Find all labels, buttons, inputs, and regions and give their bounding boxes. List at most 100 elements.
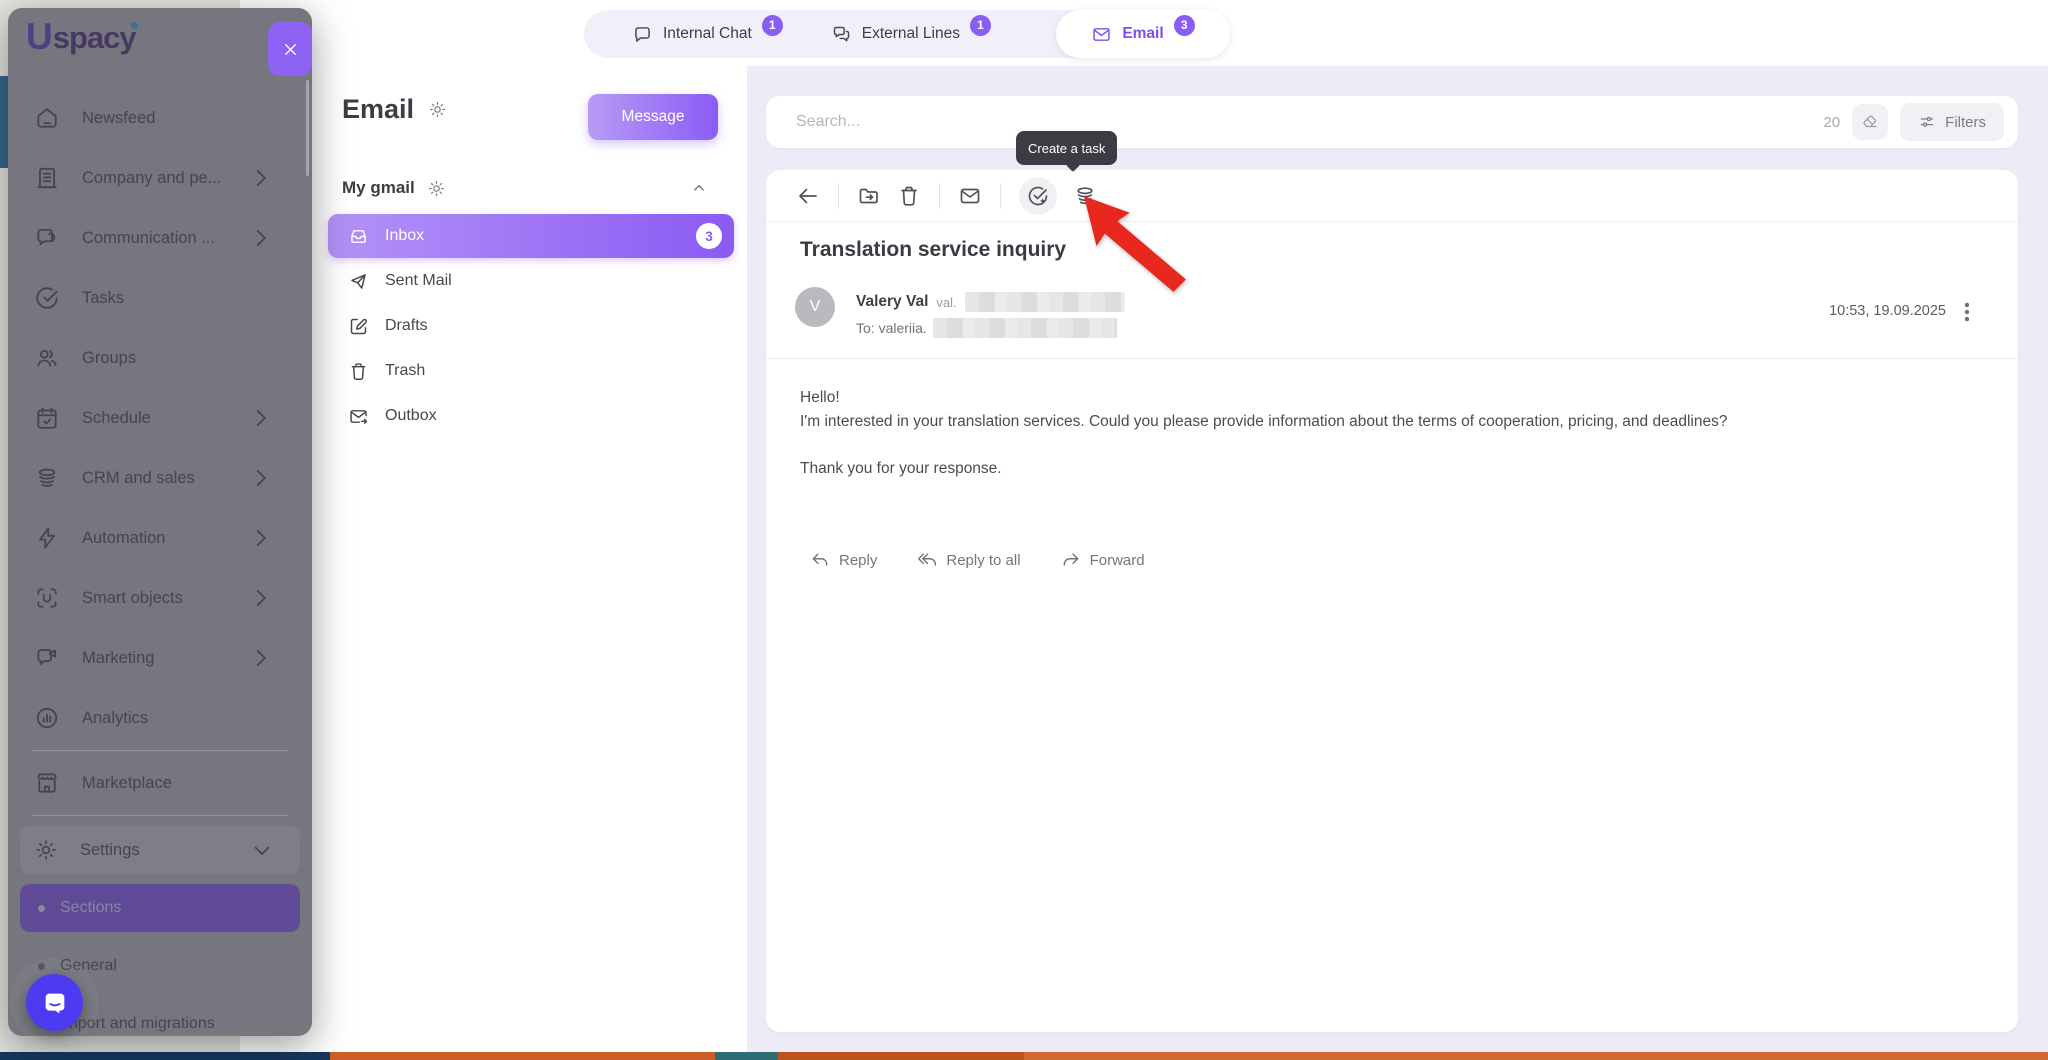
create-task-button-inner[interactable] — [1026, 184, 1050, 208]
nav-item[interactable]: Marketing — [8, 628, 312, 688]
chat-bubble-icon — [41, 989, 69, 1017]
sender-avatar: V — [795, 287, 835, 327]
email-timestamp: 10:53, 19.09.2025 — [1829, 303, 1946, 319]
nav-item-label: Settings — [80, 841, 140, 860]
folder-item[interactable]: Inbox 3 — [328, 214, 734, 258]
tab-badge: 1 — [970, 15, 991, 36]
nav-item[interactable]: Company and pe... — [8, 148, 312, 208]
nav-item[interactable]: Schedule — [8, 388, 312, 448]
tab-badge: 3 — [1174, 15, 1195, 36]
channel-tab[interactable]: Internal Chat 1 — [632, 24, 783, 45]
nav-item-icon — [34, 405, 60, 431]
message-button[interactable]: Message — [588, 94, 718, 140]
clear-search-button[interactable] — [1852, 104, 1888, 140]
uspacy-logo: U spacy — [26, 18, 136, 55]
sub-item-label: Import and migrations — [60, 1015, 215, 1033]
delete-button[interactable] — [897, 184, 921, 208]
close-drawer-button[interactable] — [268, 22, 312, 76]
filters-button[interactable]: Filters — [1900, 103, 2004, 141]
settings-sub-item[interactable]: Sections — [20, 884, 300, 932]
sender-name: Valery Val — [856, 293, 928, 311]
tab-icon — [831, 24, 852, 45]
nav-item-label: Automation — [82, 529, 165, 548]
folder-icon — [348, 316, 369, 337]
tab-icon — [1091, 24, 1112, 45]
nav-item-label: Newsfeed — [82, 109, 155, 128]
bullet-dot — [38, 963, 45, 970]
nav-item[interactable]: Communication ... — [8, 208, 312, 268]
logo-dot — [131, 22, 138, 29]
nav-item[interactable]: Tasks — [8, 268, 312, 328]
account-settings-gear-icon[interactable] — [427, 179, 446, 198]
create-task-button[interactable] — [1019, 177, 1057, 215]
folder-item[interactable]: Drafts — [328, 304, 734, 348]
navigation-drawer: U spacy Newsfeed Company and pe... Commu… — [8, 8, 312, 1036]
nav-item-icon — [34, 585, 60, 611]
email-settings-gear-icon[interactable] — [428, 100, 447, 119]
channel-tab[interactable]: Email 3 — [1056, 10, 1230, 58]
email-paragraph: Hello! I'm interested in your translatio… — [800, 386, 1964, 434]
folder-item[interactable]: Sent Mail — [328, 259, 734, 303]
email-action-button[interactable]: Forward — [1061, 550, 1145, 570]
account-name: My gmail — [342, 178, 415, 198]
nav-item[interactable]: Groups — [8, 328, 312, 388]
header-divider — [766, 358, 2018, 359]
channel-tab[interactable]: External Lines 1 — [831, 24, 991, 45]
nav-item[interactable]: Newsfeed — [8, 88, 312, 148]
result-count: 20 — [1823, 114, 1840, 131]
collapse-account-chevron-up-icon[interactable] — [691, 180, 707, 196]
logo-mark: U — [26, 18, 53, 55]
nav-item[interactable]: Analytics — [8, 688, 312, 748]
folder-label: Sent Mail — [385, 272, 452, 290]
sub-item-label: General — [60, 957, 117, 975]
chevron-right-icon — [248, 525, 274, 551]
action-label: Forward — [1090, 552, 1145, 569]
sender-email-prefix: val. — [936, 295, 956, 310]
drawer-nav: Newsfeed Company and pe... Communication… — [8, 88, 312, 1036]
folder-unread-badge: 3 — [696, 223, 722, 249]
folder-item[interactable]: Trash — [328, 349, 734, 393]
email-subject: Translation service inquiry — [800, 238, 1066, 262]
nav-item-label: Company and pe... — [82, 169, 221, 188]
chevron-right-icon — [248, 165, 274, 191]
email-action-button[interactable]: Reply — [810, 550, 877, 570]
bullet-dot — [38, 905, 45, 912]
nav-item-icon — [34, 345, 60, 371]
bottom-desktop-strip — [0, 1052, 2048, 1060]
nav-item[interactable]: Automation — [8, 508, 312, 568]
back-button[interactable] — [796, 184, 820, 208]
folder-icon — [348, 226, 369, 247]
top-bar: Internal Chat 1 External Lines 1 Email 3 — [240, 0, 2048, 66]
chevron-right-icon — [248, 405, 274, 431]
nav-item-settings[interactable]: Settings — [20, 826, 300, 874]
tab-label: Internal Chat — [663, 25, 752, 43]
nav-divider — [32, 750, 288, 751]
email-action-button[interactable]: Reply to all — [917, 550, 1020, 570]
mark-unread-button[interactable] — [958, 184, 982, 208]
nav-item-label: Groups — [82, 349, 136, 368]
nav-item[interactable]: CRM and sales — [8, 448, 312, 508]
recipient-prefix: To: valeriia. — [856, 320, 927, 336]
left-edge-blue-bar — [0, 76, 8, 168]
tab-label: Email — [1122, 25, 1163, 43]
email-more-menu-button[interactable] — [1954, 298, 1980, 328]
nav-item-icon — [34, 525, 60, 551]
search-input[interactable] — [796, 113, 1823, 131]
nav-divider — [32, 815, 288, 816]
toolbar-separator — [1000, 183, 1001, 209]
action-icon — [810, 550, 830, 570]
nav-item-label: CRM and sales — [82, 469, 195, 488]
toolbar-separator — [939, 183, 940, 209]
folder-move-icon — [857, 184, 881, 208]
support-chat-button[interactable] — [26, 974, 83, 1031]
logo-text: spacy — [53, 21, 136, 55]
kebab-icon — [1954, 299, 1980, 325]
action-icon — [1061, 550, 1081, 570]
nav-item[interactable]: Smart objects — [8, 568, 312, 628]
email-detail-card: Translation service inquiry V Valery Val… — [766, 170, 2018, 1032]
nav-item-icon — [34, 285, 60, 311]
tab-label: External Lines — [862, 25, 960, 43]
folder-item[interactable]: Outbox — [328, 394, 734, 438]
nav-item-marketplace[interactable]: Marketplace — [8, 753, 312, 813]
move-to-folder-button[interactable] — [857, 184, 881, 208]
